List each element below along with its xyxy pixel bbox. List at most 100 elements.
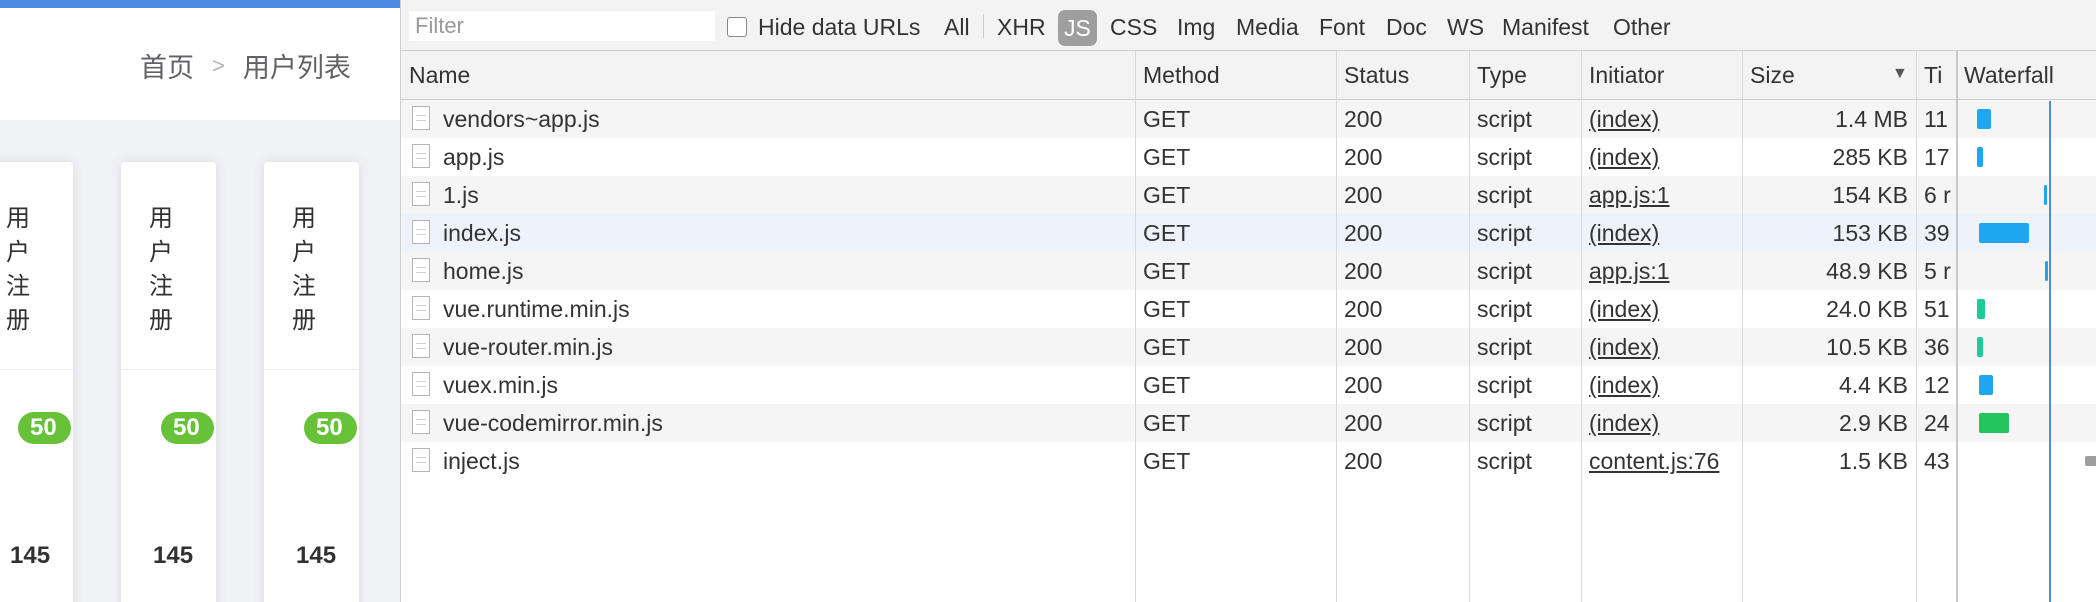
table-row[interactable]: index.js GET 200 script (index) 153 KB 39 (401, 214, 2096, 252)
cell-name-text: app.js (443, 144, 505, 170)
cell-name[interactable]: index.js (401, 214, 1135, 252)
breadcrumb-separator-icon: > (212, 52, 225, 78)
cell-status: 200 (1344, 296, 1383, 322)
filter-input[interactable] (409, 11, 715, 41)
filter-other[interactable]: Other (1613, 14, 1671, 41)
filter-img[interactable]: Img (1177, 14, 1215, 41)
table-row[interactable]: app.js GET 200 script (index) 285 KB 17 (401, 138, 2096, 176)
cell-size: 153 KB (1832, 220, 1908, 246)
cell-name[interactable]: vue-codemirror.min.js (401, 404, 1135, 442)
cell-status: 200 (1344, 220, 1383, 246)
cell-type: script (1477, 448, 1532, 474)
card-title: 用户注册 (149, 205, 173, 334)
filter-xhr[interactable]: XHR (997, 14, 1046, 41)
card-value: 145 (10, 542, 51, 569)
cell-type: script (1477, 410, 1532, 436)
table-row[interactable]: vue-codemirror.min.js GET 200 script (index)… (401, 404, 2096, 442)
file-icon (412, 334, 430, 358)
column-divider (1916, 51, 1917, 602)
column-header-method[interactable]: Method (1135, 51, 1336, 99)
waterfall-bar (2085, 456, 2096, 466)
cell-initiator[interactable]: (index) (1581, 290, 1742, 328)
filter-all[interactable]: All (944, 14, 970, 41)
cell-time: 11 (1924, 106, 1948, 132)
cell-initiator[interactable]: content.js:76 (1581, 442, 1742, 480)
column-header-size[interactable]: Size (1742, 51, 1916, 99)
cell-name-text: home.js (443, 258, 524, 284)
hide-data-urls-checkbox[interactable] (727, 17, 747, 37)
card-badge: 50 (161, 412, 214, 444)
table-row[interactable]: home.js GET 200 script app.js:1 48.9 KB 5 r (401, 252, 2096, 290)
cell-name-text: vue-codemirror.min.js (443, 410, 663, 436)
cell-method: GET (1143, 220, 1191, 246)
cell-status: 200 (1344, 106, 1383, 132)
waterfall-bar (1977, 337, 1983, 357)
table-header: Name Method Status Type Initiator Size ▼… (401, 51, 2096, 100)
cell-initiator[interactable]: app.js:1 (1581, 176, 1742, 214)
cell-type: script (1477, 144, 1532, 170)
column-header-waterfall[interactable]: Waterfall (1956, 51, 2096, 99)
cell-type: script (1477, 258, 1532, 284)
filter-doc[interactable]: Doc (1386, 14, 1427, 41)
card-badge: 50 (304, 412, 357, 444)
breadcrumb-home[interactable]: 首页 (140, 46, 194, 85)
column-header-status[interactable]: Status (1336, 51, 1469, 99)
table-row[interactable]: vuex.min.js GET 200 script (index) 4.4 KB 12 (401, 366, 2096, 404)
cell-initiator[interactable]: (index) (1581, 214, 1742, 252)
filter-font[interactable]: Font (1319, 14, 1365, 41)
table-row[interactable]: vendors~app.js GET 200 script (index) 1.4 MB 1… (401, 100, 2096, 138)
cell-time: 51 (1924, 296, 1950, 322)
cell-initiator[interactable]: (index) (1581, 366, 1742, 404)
column-header-time[interactable]: Ti (1916, 51, 1956, 99)
cell-name[interactable]: vue.runtime.min.js (401, 290, 1135, 328)
cell-method: GET (1143, 144, 1191, 170)
column-header-initiator[interactable]: Initiator (1581, 51, 1742, 99)
filter-ws[interactable]: WS (1447, 14, 1484, 41)
cell-name-text: vendors~app.js (443, 106, 600, 132)
cell-name[interactable]: vue-router.min.js (401, 328, 1135, 366)
cell-name-text: inject.js (443, 448, 520, 474)
table-row[interactable]: vue-router.min.js GET 200 script (index) 10.5… (401, 328, 2096, 366)
column-header-type[interactable]: Type (1469, 51, 1581, 99)
cell-type: script (1477, 182, 1532, 208)
cell-initiator[interactable]: (index) (1581, 404, 1742, 442)
cell-name[interactable]: inject.js (401, 442, 1135, 480)
cell-size: 4.4 KB (1838, 372, 1908, 398)
cell-status: 200 (1344, 410, 1383, 436)
filter-css[interactable]: CSS (1110, 14, 1157, 41)
stat-card: 用户注册 50 145 (0, 162, 73, 602)
filter-js[interactable]: JS (1058, 10, 1097, 46)
filter-manifest[interactable]: Manifest (1502, 14, 1589, 41)
column-divider (1469, 51, 1470, 602)
waterfall-bar (1977, 147, 1983, 167)
cell-initiator[interactable]: (index) (1581, 100, 1742, 138)
cell-type: script (1477, 220, 1532, 246)
waterfall-bar (1979, 223, 2029, 243)
hide-data-urls-label[interactable]: Hide data URLs (758, 14, 920, 41)
cell-initiator[interactable]: (index) (1581, 138, 1742, 176)
cell-initiator[interactable]: app.js:1 (1581, 252, 1742, 290)
table-row[interactable]: vue.runtime.min.js GET 200 script (index) 24.… (401, 290, 2096, 328)
cell-name-text: vue-router.min.js (443, 334, 614, 360)
devtools-network-panel: Hide data URLs All XHR JS CSS Img Media … (400, 0, 2096, 602)
card-divider (0, 369, 73, 370)
filter-media[interactable]: Media (1236, 14, 1299, 41)
cell-name[interactable]: app.js (401, 138, 1135, 176)
card-divider (121, 369, 216, 370)
cell-name[interactable]: 1.js (401, 176, 1135, 214)
column-divider (1742, 51, 1743, 602)
cell-size: 10.5 KB (1826, 334, 1908, 360)
cell-size: 2.9 KB (1838, 410, 1908, 436)
cell-name[interactable]: vendors~app.js (401, 100, 1135, 138)
cell-name[interactable]: home.js (401, 252, 1135, 290)
cell-time: 6 r (1924, 182, 1951, 208)
table-row[interactable]: inject.js GET 200 script content.js:76 1.5 KB… (401, 442, 2096, 480)
waterfall-dom-loaded-line (2049, 101, 2051, 602)
cell-method: GET (1143, 410, 1191, 436)
cell-type: script (1477, 296, 1532, 322)
table-row[interactable]: 1.js GET 200 script app.js:1 154 KB 6 r (401, 176, 2096, 214)
column-header-name[interactable]: Name (401, 51, 1135, 99)
cell-type: script (1477, 372, 1532, 398)
cell-initiator[interactable]: (index) (1581, 328, 1742, 366)
cell-name[interactable]: vuex.min.js (401, 366, 1135, 404)
